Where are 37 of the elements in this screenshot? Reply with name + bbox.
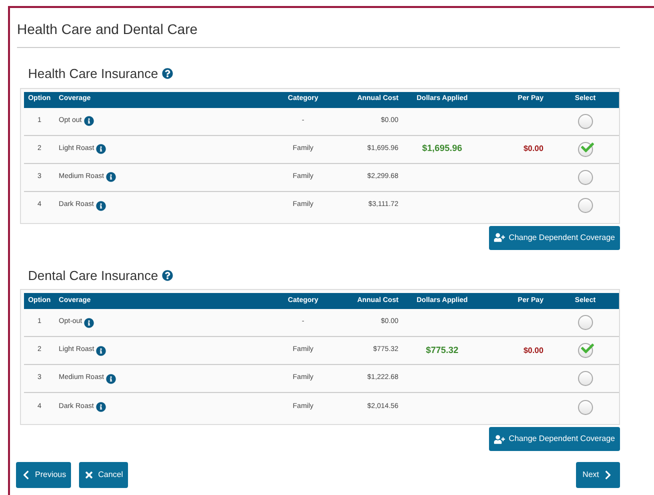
table-cell: $0.00 xyxy=(523,143,544,155)
check-icon xyxy=(580,342,594,355)
select-radio[interactable] xyxy=(578,198,593,213)
info-icon[interactable] xyxy=(96,346,106,356)
close-icon xyxy=(84,470,94,480)
previous-button[interactable]: Previous xyxy=(16,462,72,488)
select-radio[interactable] xyxy=(578,343,593,358)
change-coverage-button[interactable]: Change Dependent Coverage xyxy=(488,226,620,250)
table-cell: $0.00 xyxy=(523,344,544,356)
select-radio[interactable] xyxy=(578,400,593,414)
cancel-button[interactable]: Cancel xyxy=(79,462,128,488)
table-cell-text: $1,695.96 xyxy=(422,142,462,156)
select-radio[interactable] xyxy=(578,371,593,386)
change-coverage-button[interactable]: Change Dependent Coverage xyxy=(488,427,620,451)
chevron-left-icon xyxy=(21,470,31,480)
add-user-icon xyxy=(494,434,505,444)
next-button[interactable]: Next xyxy=(576,462,620,488)
info-icon[interactable] xyxy=(96,200,106,210)
add-user-icon xyxy=(494,232,505,243)
select-radio[interactable] xyxy=(578,142,593,156)
select-radio[interactable] xyxy=(578,170,593,184)
chevron-right-icon xyxy=(603,470,613,480)
select-radio[interactable] xyxy=(578,315,593,330)
section-title: Health Care Insurance xyxy=(28,65,158,83)
check-icon xyxy=(580,140,594,154)
info-icon[interactable] xyxy=(84,318,94,328)
info-icon[interactable] xyxy=(106,172,116,182)
info-icon[interactable] xyxy=(106,374,116,384)
table-cell-text: $775.32 xyxy=(426,344,458,357)
section-title: Dental Care Insurance xyxy=(28,266,158,284)
select-radio[interactable] xyxy=(578,114,593,128)
help-icon[interactable] xyxy=(162,270,174,281)
info-icon[interactable] xyxy=(96,402,106,412)
info-icon[interactable] xyxy=(96,144,106,154)
page-title: Health Care and Dental Care xyxy=(17,21,198,37)
info-icon[interactable] xyxy=(84,116,94,126)
help-icon[interactable] xyxy=(162,68,174,80)
